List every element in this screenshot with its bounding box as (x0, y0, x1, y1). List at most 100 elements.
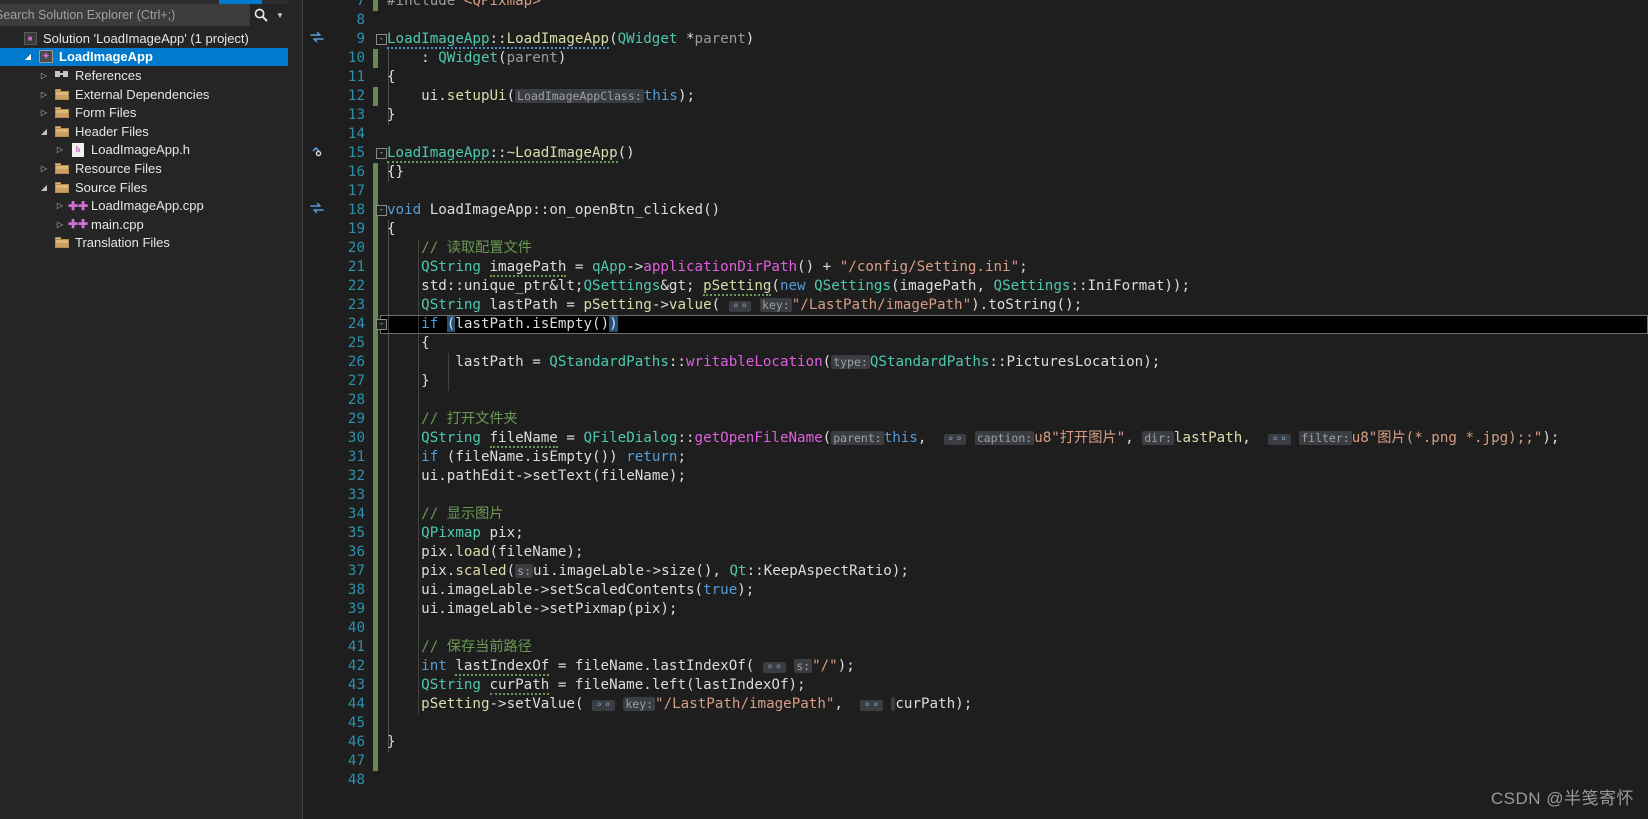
chevron-collapsed-icon[interactable]: ▷ (52, 220, 68, 229)
code-line[interactable]: 26 lastPath = QStandardPaths::writableLo… (288, 353, 1648, 372)
destructor-icon[interactable] (305, 144, 329, 163)
tree-item-label: Header Files (75, 123, 149, 139)
code-line[interactable]: 31 if (fileName.isEmpty()) return; (288, 448, 1648, 467)
code-line[interactable]: 43 QString curPath = fileName.left(lastI… (288, 676, 1648, 695)
code-line[interactable]: 21 QString imagePath = qApp->application… (288, 258, 1648, 277)
code-text: pix.load(fileName); (387, 544, 584, 560)
code-text: ui.pathEdit->setText(fileName); (387, 468, 687, 484)
code-line[interactable]: 36 pix.load(fileName); (288, 543, 1648, 562)
change-bar (373, 239, 378, 258)
code-line[interactable]: 37 pix.scaled(s: ui.imageLable->size(), Q… (288, 562, 1648, 581)
code-text: std::unique_ptr&lt;QSettings&gt; pSettin… (421, 278, 1190, 296)
code-line[interactable]: 34 // 显示图片 (288, 505, 1648, 524)
folder-icon (55, 88, 69, 100)
chevron-expanded-icon[interactable]: ◢ (36, 183, 52, 192)
chevron-expanded-icon[interactable]: ◢ (36, 127, 52, 136)
tree-item-resource-files[interactable]: ▷ Resource Files (0, 159, 288, 178)
chevron-expanded-icon[interactable]: ◢ (20, 52, 36, 61)
code-text: { (387, 69, 396, 85)
code-line[interactable]: 40 (288, 619, 1648, 638)
search-icon[interactable] (250, 4, 272, 26)
code-line[interactable]: 25 { (288, 334, 1648, 353)
code-line[interactable]: 46} (288, 733, 1648, 752)
chevron-down-icon[interactable]: ▼ (272, 4, 288, 26)
fold-toggle-icon[interactable]: - (376, 205, 387, 216)
code-line[interactable]: 45 (288, 714, 1648, 733)
chevron-collapsed-icon[interactable]: ▷ (36, 90, 52, 99)
tree-item-form-files[interactable]: ▷ Form Files (0, 103, 288, 122)
code-line[interactable]: 47 (288, 752, 1648, 771)
code-line[interactable]: 19 { (288, 220, 1648, 239)
code-text: } (387, 107, 396, 123)
code-text: // 保存当前路径 (387, 639, 532, 655)
code-line[interactable]: 11 { (288, 68, 1648, 87)
line-number: 33 (347, 487, 365, 503)
code-line[interactable]: 14 (288, 125, 1648, 144)
chevron-collapsed-icon[interactable]: ▷ (52, 145, 68, 154)
code-line[interactable]: 20 // 读取配置文件 (288, 239, 1648, 258)
code-editor[interactable]: 7 #include <QPixmap> 8 9- LoadImageApp::Load… (288, 0, 1648, 819)
line-number: 14 (347, 126, 365, 142)
code-lines-container[interactable]: 7 #include <QPixmap> 8 9- LoadImageApp::Load… (288, 0, 1648, 819)
code-text: } (387, 373, 430, 389)
fold-toggle-icon[interactable]: - (376, 34, 387, 45)
code-line[interactable]: 24- if (lastPath.isEmpty()) (288, 315, 1648, 334)
code-line[interactable]: 12 ui.setupUi(LoadImageAppClass: this); (288, 87, 1648, 106)
code-line[interactable]: 48 (288, 771, 1648, 790)
code-line[interactable]: 9- LoadImageApp::LoadImageApp(QWidget *pa… (288, 30, 1648, 49)
tree-item-references[interactable]: ▷ References (0, 66, 288, 85)
code-line[interactable]: 30 QString fileName = QFileDialog::getOp… (288, 429, 1648, 448)
code-line[interactable]: 23 QString lastPath = pSetting->value( ⚬… (288, 296, 1648, 315)
code-text: // 打开文件夹 (387, 411, 518, 427)
chevron-collapsed-icon[interactable]: ▷ (36, 71, 52, 80)
code-line[interactable]: 44 pSetting->setValue( ⚬⚬ key: "/LastPath… (288, 695, 1648, 714)
tree-item-translation-files[interactable]: Translation Files (0, 234, 288, 253)
code-line[interactable]: 27 } (288, 372, 1648, 391)
chevron-collapsed-icon[interactable]: ▷ (52, 201, 68, 210)
code-line[interactable]: 39 ui.imageLable->setPixmap(pix); (288, 600, 1648, 619)
code-line[interactable]: 35 QPixmap pix; (288, 524, 1648, 543)
tree-item-loadimageapp[interactable]: ◢ ✦ LoadImageApp (0, 47, 288, 67)
tree-item-solution-loadimageapp-1-project[interactable]: ■ Solution 'LoadImageApp' (1 project) (0, 29, 288, 48)
code-line[interactable]: 33 (288, 486, 1648, 505)
tree-item-loadimageapp-h[interactable]: ▷ h LoadImageApp.h (0, 141, 288, 160)
code-text: void LoadImageApp::on_openBtn_clicked() (387, 202, 721, 218)
tree-item-external-dependencies[interactable]: ▷ External Dependencies (0, 85, 288, 104)
code-line[interactable]: 15- LoadImageApp::~LoadImageApp() (288, 144, 1648, 163)
fold-toggle-icon[interactable]: - (376, 148, 387, 159)
header-file-icon: h (72, 142, 84, 157)
references-icon[interactable] (305, 201, 329, 220)
code-line[interactable]: 10 : QWidget(parent) (288, 49, 1648, 68)
code-line[interactable]: 29 // 打开文件夹 (288, 410, 1648, 429)
search-input[interactable]: Search Solution Explorer (Ctrl+;) (0, 4, 250, 26)
change-bar (373, 87, 378, 106)
code-line[interactable]: 8 (288, 11, 1648, 30)
fold-toggle-icon[interactable]: - (376, 319, 387, 330)
code-line[interactable]: 18- void LoadImageApp::on_openBtn_clicked… (288, 201, 1648, 220)
code-line[interactable]: 13} (288, 106, 1648, 125)
line-number: 20 (347, 240, 365, 256)
change-bar (373, 543, 378, 562)
code-line[interactable]: 42 int lastIndexOf = fileName.lastIndexO… (288, 657, 1648, 676)
code-text: // 显示图片 (387, 506, 504, 522)
code-line[interactable]: 38 ui.imageLable->setScaledContents(true… (288, 581, 1648, 600)
change-bar (373, 163, 378, 182)
code-line[interactable]: 32 ui.pathEdit->setText(fileName); (288, 467, 1648, 486)
code-line[interactable]: 41 // 保存当前路径 (288, 638, 1648, 657)
code-line[interactable]: 22 std::unique_ptr&lt;QSettings&gt; pSet… (288, 277, 1648, 296)
code-line[interactable]: 28 (288, 391, 1648, 410)
change-bar (373, 448, 378, 467)
line-number: 21 (347, 259, 365, 275)
code-line[interactable]: 16 {} (288, 163, 1648, 182)
project-icon: ✦ (39, 50, 53, 64)
line-number: 44 (347, 696, 365, 712)
tree-item-header-files[interactable]: ◢ Header Files (0, 122, 288, 141)
tree-item-source-files[interactable]: ◢ Source Files (0, 178, 288, 197)
chevron-collapsed-icon[interactable]: ▷ (36, 164, 52, 173)
tree-item-loadimageapp-cpp[interactable]: ▷ ✚✚ LoadImageApp.cpp (0, 196, 288, 215)
references-icon[interactable] (305, 30, 329, 49)
chevron-collapsed-icon[interactable]: ▷ (36, 108, 52, 117)
code-line[interactable]: 7 #include <QPixmap> (288, 0, 1648, 11)
tree-item-main-cpp[interactable]: ▷ ✚✚ main.cpp (0, 215, 288, 234)
code-line[interactable]: 17 (288, 182, 1648, 201)
